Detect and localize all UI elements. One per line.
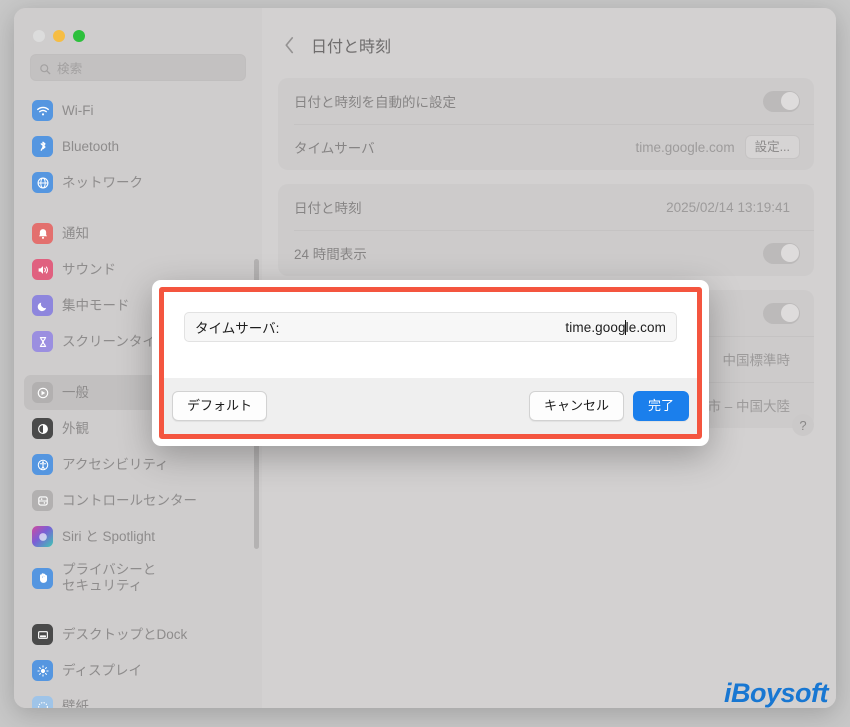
done-button[interactable]: 完了 [632,391,689,421]
time-server-field-row[interactable]: タイムサーバ: time.goog le.com [184,312,677,342]
dialog-action-buttons: キャンセル 完了 [528,391,689,421]
sidebar-item-wallpaper[interactable]: 壁紙 [24,689,252,708]
sidebar-item-label: 集中モード [62,297,130,313]
row-label: タイムサーバ [294,141,375,156]
sidebar-item-label: ネットワーク [62,174,143,190]
sidebar-item-accessibility[interactable]: アクセシビリティ [24,447,252,482]
page-title: 日付と時刻 [311,39,392,56]
row-24-hour-time[interactable]: 24 時間表示 [278,230,814,276]
wifi-icon [32,100,53,121]
time-server-input[interactable]: time.goog le.com [279,319,666,335]
row-label: 日付と時刻を自動的に設定 [294,95,456,110]
dialog-footer: デフォルト キャンセル 完了 [164,378,697,434]
row-time-server[interactable]: タイムサーバ time.google.com 設定... [278,124,814,170]
toggle-set-automatically[interactable] [763,90,800,112]
sidebar-item-label: 壁紙 [62,698,89,708]
row-set-automatically[interactable]: 日付と時刻を自動的に設定 [278,78,814,124]
window-traffic-lights [14,14,262,52]
sidebar-item-control-center[interactable]: コントロールセンター [24,483,252,518]
minimize-window-button[interactable] [53,30,65,42]
help-button[interactable]: ? [792,414,814,436]
settings-group-auto-time: 日付と時刻を自動的に設定 タイムサーバ time.google.com 設定..… [278,78,814,170]
gear-icon [32,382,53,403]
speaker-icon [32,259,53,280]
sidebar-item-label: デスクトップとDock [62,626,188,642]
sidebar-item-label: Wi-Fi [62,102,94,118]
toggle-24-hour-time[interactable] [763,242,800,264]
row-label: 日付と時刻 [294,201,362,216]
cancel-button[interactable]: キャンセル [528,391,624,421]
search-input[interactable]: 検索 [30,54,246,81]
bell-icon [32,223,53,244]
sidebar-item-label: Bluetooth [62,138,120,154]
sidebar-item-label: Siri と Spotlight [62,528,156,544]
time-server-value: time.google.com [635,139,735,155]
sidebar-item-displays[interactable]: ディスプレイ [24,653,252,688]
sidebar-item-label: 外観 [62,420,89,436]
sidebar-search: 検索 [14,52,262,89]
sidebar-item-wifi[interactable]: Wi-Fi [24,93,252,128]
sidebar-divider [24,602,252,617]
desktop-dock-icon [32,624,53,645]
display-icon [32,660,53,681]
sidebar-item-desktop-dock[interactable]: デスクトップとDock [24,617,252,652]
wallpaper-icon [32,696,53,708]
sidebar-item-label: ディスプレイ [62,662,143,678]
timezone-value: 中国標準時 [722,353,791,368]
sidebar-item-network[interactable]: ネットワーク [24,165,252,200]
globe-icon [32,172,53,193]
bluetooth-icon [32,136,53,157]
sidebar-item-siri-spotlight[interactable]: Siri と Spotlight [24,519,252,554]
close-window-button[interactable] [33,30,45,42]
current-datetime-value: 2025/02/14 13:19:41 [666,199,790,215]
accessibility-icon [32,454,53,475]
time-server-input-text-after-caret: le.com [625,319,666,335]
sidebar-item-privacy-security[interactable]: プライバシーと セキュリティ [24,555,252,601]
sidebar-item-label: サウンド [62,261,116,277]
content-header: 日付と時刻 [278,26,814,64]
sidebar-item-label: アクセシビリティ [62,456,169,472]
desktop-backdrop: 検索 Wi-Fi Bluetooth ネットワーク 通知 サウンド 集中モード … [0,0,850,727]
sidebar-item-notifications[interactable]: 通知 [24,216,252,251]
time-server-dialog: タイムサーバ: time.goog le.com デフォルト キャンセル 完了 [152,280,709,446]
sidebar-item-label: 通知 [62,225,89,241]
iboysoft-watermark: iBoysoft [724,678,829,708]
sidebar-item-label: コントロールセンター [62,492,197,508]
hourglass-icon [32,331,53,352]
appearance-icon [32,418,53,439]
row-label: 24 時間表示 [294,247,367,262]
chevron-left-icon[interactable] [284,36,295,54]
maximize-window-button[interactable] [73,30,85,42]
sidebar-item-label: 一般 [62,384,89,400]
siri-icon [32,526,53,547]
sidebar-item-bluetooth[interactable]: Bluetooth [24,129,252,164]
moon-icon [32,295,53,316]
dialog-body: タイムサーバ: time.goog le.com [164,292,697,388]
time-server-field-label: タイムサーバ: [195,321,280,336]
toggle-timezone-auto[interactable] [763,302,800,324]
control-center-icon [32,490,53,511]
search-icon [39,62,51,74]
default-button[interactable]: デフォルト [172,391,268,421]
time-server-input-text-before-caret: time.goog [565,319,626,335]
sidebar-item-label: プライバシーと セキュリティ [62,562,157,593]
settings-group-date-time: 日付と時刻 2025/02/14 13:19:41 24 時間表示 [278,184,814,276]
search-placeholder: 検索 [57,62,83,76]
sidebar-divider [24,201,252,216]
row-date-and-time[interactable]: 日付と時刻 2025/02/14 13:19:41 [278,184,814,230]
time-server-settings-button[interactable]: 設定... [744,134,800,160]
hand-icon [32,567,53,589]
